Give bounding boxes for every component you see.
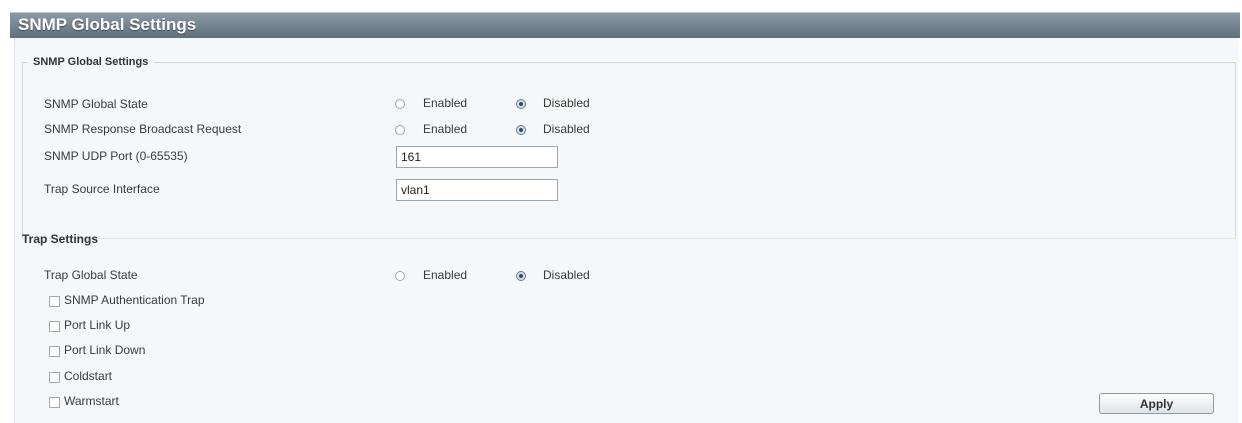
trap-source-interface-label: Trap Source Interface — [44, 182, 160, 196]
page-title-bar: SNMP Global Settings — [10, 12, 1240, 38]
snmp-global-state-disabled-label: Disabled — [543, 96, 590, 110]
trap-global-state-disabled-label: Disabled — [543, 268, 590, 282]
section-divider — [22, 238, 1236, 239]
broadcast-request-disabled-label: Disabled — [543, 122, 590, 136]
snmp-global-state-label: SNMP Global State — [44, 97, 148, 111]
broadcast-request-disabled-radio[interactable] — [516, 125, 526, 135]
port-link-up-checkbox[interactable] — [49, 321, 60, 332]
snmp-authentication-trap-label: SNMP Authentication Trap — [64, 293, 205, 307]
warmstart-checkbox[interactable] — [49, 397, 60, 408]
broadcast-request-label: SNMP Response Broadcast Request — [44, 122, 242, 136]
snmp-global-settings-group: SNMP Global Settings — [22, 56, 1236, 238]
snmp-global-state-enabled-radio[interactable] — [395, 99, 405, 109]
trap-settings-title: Trap Settings — [22, 232, 99, 246]
page-title: SNMP Global Settings — [18, 15, 197, 34]
udp-port-label: SNMP UDP Port (0-65535) — [44, 149, 188, 163]
udp-port-input[interactable] — [396, 146, 558, 168]
port-link-down-checkbox[interactable] — [49, 346, 60, 357]
broadcast-request-enabled-label: Enabled — [423, 122, 468, 136]
trap-global-state-enabled-label: Enabled — [423, 268, 468, 282]
snmp-global-state-enabled-label: Enabled — [423, 96, 468, 110]
snmp-global-state-disabled-radio[interactable] — [516, 99, 526, 109]
trap-global-state-enabled-radio[interactable] — [395, 271, 405, 281]
warmstart-label: Warmstart — [64, 394, 119, 408]
port-link-down-label: Port Link Down — [64, 343, 146, 357]
trap-source-interface-input[interactable] — [396, 179, 558, 201]
coldstart-label: Coldstart — [64, 369, 113, 383]
snmp-global-settings-legend: SNMP Global Settings — [33, 56, 149, 68]
trap-global-state-disabled-radio[interactable] — [516, 271, 526, 281]
apply-button[interactable]: Apply — [1099, 393, 1214, 414]
snmp-authentication-trap-checkbox[interactable] — [49, 296, 60, 307]
port-link-up-label: Port Link Up — [64, 318, 131, 332]
coldstart-checkbox[interactable] — [49, 372, 60, 383]
broadcast-request-enabled-radio[interactable] — [395, 125, 405, 135]
trap-global-state-label: Trap Global State — [44, 268, 138, 282]
